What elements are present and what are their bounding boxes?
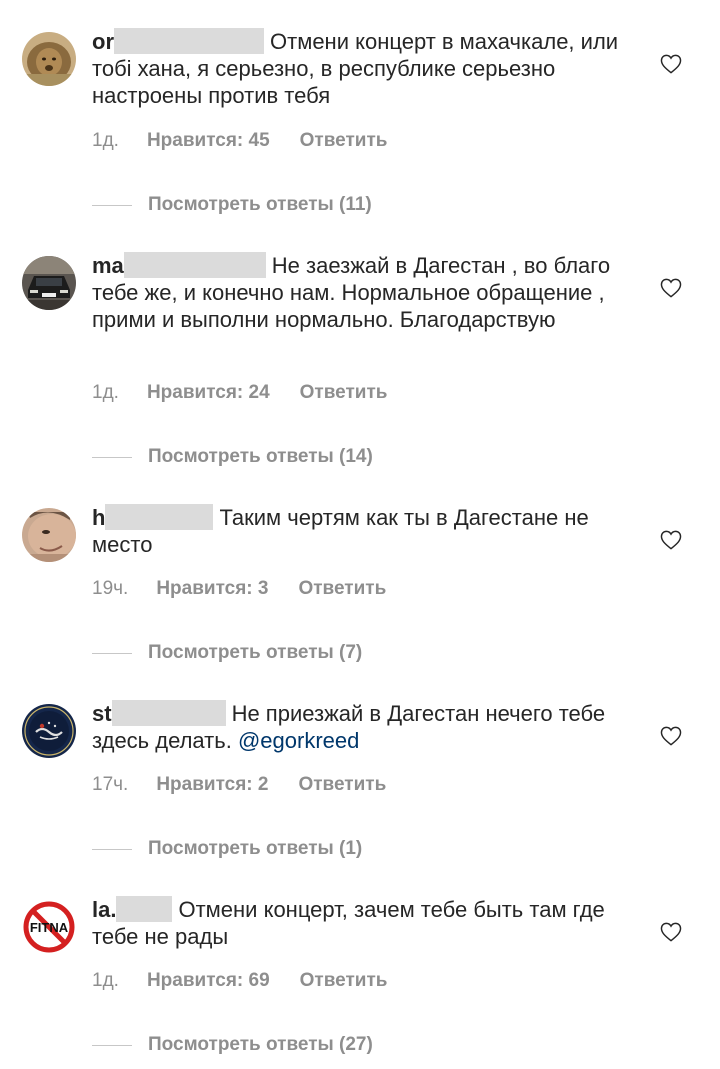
redacted-username-box	[123, 252, 266, 278]
avatar[interactable]	[22, 256, 76, 310]
likes-count[interactable]: Нравится: 45	[147, 130, 270, 152]
heart-outline-icon[interactable]	[660, 278, 682, 298]
avatar[interactable]: FITNA	[22, 900, 76, 954]
view-replies-label: Посмотреть ответы (27)	[148, 1034, 373, 1055]
view-replies-label: Посмотреть ответы (7)	[148, 642, 363, 663]
redacted-username-box	[105, 504, 214, 530]
view-replies-label: Посмотреть ответы (11)	[148, 194, 372, 215]
no-fitna-sign-avatar-image: FITNA	[22, 900, 76, 954]
comment-username[interactable]: or	[92, 29, 114, 54]
view-replies-label: Посмотреть ответы (1)	[148, 838, 363, 859]
comment-time: 1д.	[92, 970, 119, 991]
comment-text-block: h Таким чертям как ты в Дагестане не мест…	[92, 504, 632, 558]
comment-time: 1д.	[92, 382, 119, 403]
reply-button[interactable]: Ответить	[300, 970, 388, 992]
view-replies-button[interactable]: Посмотреть ответы (14)	[92, 446, 373, 468]
redacted-username-box	[111, 700, 226, 726]
view-replies-button[interactable]: Посмотреть ответы (7)	[92, 642, 362, 664]
lion-avatar-image	[22, 32, 76, 86]
avatar[interactable]	[22, 704, 76, 758]
car-avatar-image	[22, 256, 76, 310]
comment-time: 19ч.	[92, 578, 129, 599]
comment-text-block: la. Отмени концерт, зачем тебе быть там г…	[92, 896, 632, 950]
comment-text-block: ma Не заезжай в Дагестан , во благо тебе …	[92, 252, 632, 333]
heart-outline-icon[interactable]	[660, 922, 682, 942]
comment-time: 1д.	[92, 130, 119, 151]
replies-divider-line	[92, 848, 132, 850]
replies-divider-line	[92, 456, 132, 458]
reply-button[interactable]: Ответить	[298, 774, 386, 796]
reply-button[interactable]: Ответить	[300, 382, 388, 404]
fitna-sign-text: FITNA	[30, 920, 69, 935]
comment-username[interactable]: h	[92, 505, 105, 530]
heart-outline-icon[interactable]	[660, 54, 682, 74]
comment-meta: 17ч. Нравится: 2 Ответить	[92, 774, 386, 796]
comment-meta: 1д. Нравится: 24 Ответить	[92, 382, 387, 404]
redacted-username-box	[114, 28, 264, 54]
likes-count[interactable]: Нравится: 3	[156, 578, 268, 600]
view-replies-button[interactable]: Посмотреть ответы (11)	[92, 194, 372, 216]
comment-text-block: or Отмени концерт в махачкале, или тобі х…	[92, 28, 632, 109]
likes-count[interactable]: Нравится: 2	[156, 774, 268, 796]
comment-meta: 19ч. Нравится: 3 Ответить	[92, 578, 386, 600]
reply-button[interactable]: Ответить	[298, 578, 386, 600]
heart-outline-icon[interactable]	[660, 530, 682, 550]
comment-text-block: st Не приезжай в Дагестан нечего тебе зде…	[92, 700, 632, 754]
mention-link[interactable]: @egorkreed	[238, 728, 359, 753]
comment-time: 17ч.	[92, 774, 129, 795]
redacted-username-box	[116, 896, 173, 922]
comment-meta: 1д. Нравится: 69 Ответить	[92, 970, 387, 992]
replies-divider-line	[92, 204, 132, 206]
view-replies-label: Посмотреть ответы (14)	[148, 446, 373, 467]
comment-username[interactable]: ma	[92, 253, 124, 278]
avatar[interactable]	[22, 32, 76, 86]
view-replies-button[interactable]: Посмотреть ответы (1)	[92, 838, 362, 860]
arabic-emblem-avatar-image	[22, 704, 76, 758]
comment-meta: 1д. Нравится: 45 Ответить	[92, 130, 387, 152]
reply-button[interactable]: Ответить	[300, 130, 388, 152]
likes-count[interactable]: Нравится: 69	[147, 970, 270, 992]
view-replies-button[interactable]: Посмотреть ответы (27)	[92, 1034, 373, 1056]
comment-username[interactable]: st	[92, 701, 112, 726]
heart-outline-icon[interactable]	[660, 726, 682, 746]
replies-divider-line	[92, 1044, 132, 1046]
likes-count[interactable]: Нравится: 24	[147, 382, 270, 404]
face-avatar-image	[22, 508, 76, 562]
replies-divider-line	[92, 652, 132, 654]
comment-username[interactable]: la.	[92, 897, 116, 922]
avatar[interactable]	[22, 508, 76, 562]
